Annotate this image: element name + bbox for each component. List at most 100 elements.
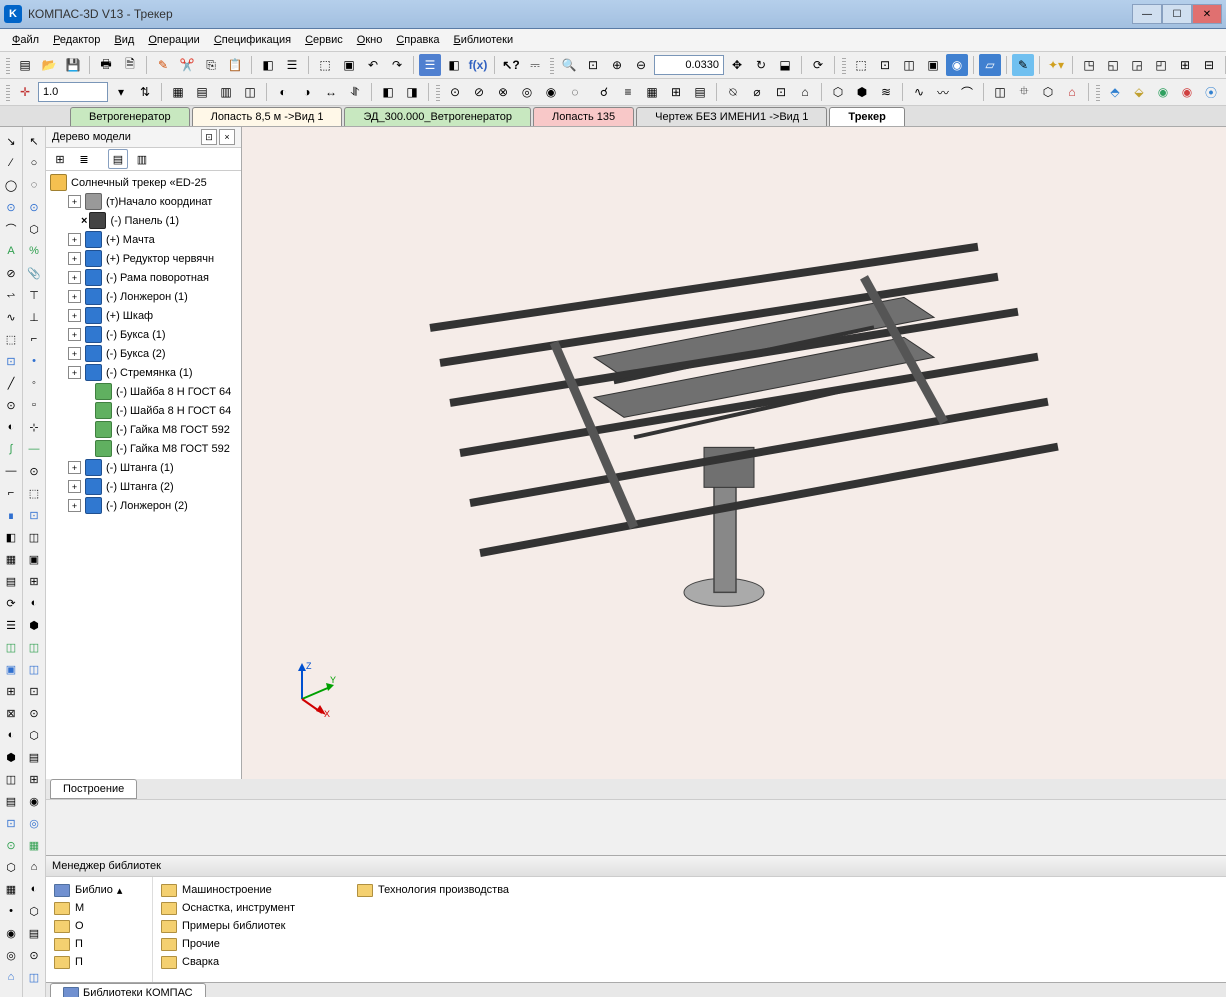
- zoom-extents-button[interactable]: 🔍: [558, 54, 580, 76]
- c1[interactable]: ⊙: [444, 81, 466, 103]
- tree-close-button[interactable]: ×: [219, 129, 235, 145]
- view-cube2[interactable]: ⬙: [1128, 81, 1150, 103]
- tree-item[interactable]: (-) Шайба 8 Н ГОСТ 64: [46, 382, 241, 401]
- expander-icon[interactable]: +: [68, 480, 81, 493]
- side-tool-30[interactable]: ▤: [1, 791, 21, 811]
- side-tool-0[interactable]: ↘: [1, 131, 21, 151]
- side-tool-20[interactable]: ⊞: [24, 571, 44, 591]
- t15[interactable]: ⌒: [956, 81, 978, 103]
- side-tool-24[interactable]: ◫: [24, 659, 44, 679]
- frame-button[interactable]: ▣: [338, 54, 360, 76]
- manage-button[interactable]: ☰: [419, 54, 441, 76]
- side-tool-1[interactable]: ○: [24, 153, 44, 173]
- side-tool-9[interactable]: ⬚: [1, 329, 21, 349]
- side-tool-0[interactable]: ↖: [24, 131, 44, 151]
- side-tool-8[interactable]: ⊥: [24, 307, 44, 327]
- menu-библиотеки[interactable]: Библиотеки: [448, 32, 520, 48]
- tree-item[interactable]: +(-) Стремянка (1): [46, 363, 241, 382]
- zoom-in-button[interactable]: ⊕: [606, 54, 628, 76]
- lib-left-header[interactable]: Библио ▴: [54, 881, 144, 899]
- tree-item[interactable]: +(-) Штанга (2): [46, 477, 241, 496]
- side-tool-22[interactable]: ⬢: [24, 615, 44, 635]
- expander-icon[interactable]: +: [68, 347, 81, 360]
- side-tool-32[interactable]: ▦: [24, 835, 44, 855]
- side-tool-14[interactable]: —: [24, 439, 44, 459]
- side-tool-31[interactable]: ⊡: [1, 813, 21, 833]
- new-doc-button[interactable]: ▤: [14, 54, 36, 76]
- lib-item[interactable]: Машиностроение: [161, 881, 341, 899]
- variables-button[interactable]: f(x): [467, 54, 489, 76]
- expander-icon[interactable]: +: [68, 366, 81, 379]
- side-tool-23[interactable]: ◫: [24, 637, 44, 657]
- side-tool-27[interactable]: ⬡: [24, 725, 44, 745]
- redo-button[interactable]: ↷: [386, 54, 408, 76]
- pan-button[interactable]: ✥: [726, 54, 748, 76]
- save-button[interactable]: 💾: [62, 54, 84, 76]
- s1[interactable]: ◐: [272, 81, 294, 103]
- side-tool-37[interactable]: ⊙: [24, 945, 44, 965]
- side-tool-29[interactable]: ⊞: [24, 769, 44, 789]
- doc-tab[interactable]: ЭД_300.000_Ветрогенератор: [344, 107, 531, 126]
- side-tool-27[interactable]: ◐: [1, 725, 21, 745]
- side-tool-21[interactable]: ⟳: [1, 593, 21, 613]
- side-tool-38[interactable]: ◫: [24, 967, 44, 987]
- side-tool-14[interactable]: ∫: [1, 439, 21, 459]
- side-tool-29[interactable]: ◫: [1, 769, 21, 789]
- side-tool-33[interactable]: ⌂: [24, 857, 44, 877]
- g3[interactable]: ▥: [215, 81, 237, 103]
- c3[interactable]: ⊗: [492, 81, 514, 103]
- side-tool-9[interactable]: ⌐: [24, 329, 44, 349]
- side-tool-22[interactable]: ☰: [1, 615, 21, 635]
- zoom-input[interactable]: [654, 55, 724, 75]
- expander-icon[interactable]: +: [68, 233, 81, 246]
- side-tool-26[interactable]: ⊠: [1, 703, 21, 723]
- open-button[interactable]: 📂: [38, 54, 60, 76]
- expander-icon[interactable]: +: [68, 252, 81, 265]
- scale-drop[interactable]: ▾: [110, 81, 132, 103]
- side-tool-23[interactable]: ◫: [1, 637, 21, 657]
- side-tool-3[interactable]: ⊙: [24, 197, 44, 217]
- grip-icon[interactable]: [6, 56, 10, 74]
- props-button[interactable]: ☰: [281, 54, 303, 76]
- t3[interactable]: ▦: [641, 81, 663, 103]
- side-tool-18[interactable]: ◧: [1, 527, 21, 547]
- doc-tab[interactable]: Трекер: [829, 107, 904, 126]
- side-tool-26[interactable]: ⊙: [24, 703, 44, 723]
- lib-item[interactable]: Сварка: [161, 953, 341, 971]
- tree-item[interactable]: +(-) Рама поворотная: [46, 268, 241, 287]
- t13[interactable]: ∿: [908, 81, 930, 103]
- tb-d[interactable]: ◰: [1150, 54, 1172, 76]
- side-tool-33[interactable]: ⬡: [1, 857, 21, 877]
- doc-tab[interactable]: Лопасть 135: [533, 107, 634, 126]
- doc-tab[interactable]: Ветрогенератор: [70, 107, 190, 126]
- lib-item[interactable]: П: [54, 935, 144, 953]
- side-tool-32[interactable]: ⊙: [1, 835, 21, 855]
- copy-props-button[interactable]: ◧: [257, 54, 279, 76]
- tree-item[interactable]: (-) Гайка М8 ГОСТ 592: [46, 439, 241, 458]
- side-tool-13[interactable]: ⊹: [24, 417, 44, 437]
- hidden-lines-button[interactable]: ⊡: [874, 54, 896, 76]
- wall-button[interactable]: ⬓: [774, 54, 796, 76]
- tree-item[interactable]: +(+) Шкаф: [46, 306, 241, 325]
- copy-button[interactable]: ⎘: [200, 54, 222, 76]
- lib-item[interactable]: М: [54, 899, 144, 917]
- close-button[interactable]: ✕: [1192, 4, 1222, 24]
- doc-tab[interactable]: Чертеж БЕЗ ИМЕНИ1 ->Вид 1: [636, 107, 827, 126]
- s3[interactable]: ↔: [320, 81, 342, 103]
- side-tool-25[interactable]: ⊡: [24, 681, 44, 701]
- t5[interactable]: ▤: [689, 81, 711, 103]
- expander-icon[interactable]: +: [68, 461, 81, 474]
- rotate-button[interactable]: ↻: [750, 54, 772, 76]
- zoom-window-button[interactable]: ⊡: [582, 54, 604, 76]
- side-tool-2[interactable]: ◯: [1, 175, 21, 195]
- lib-item[interactable]: Примеры библиотек: [161, 917, 341, 935]
- t17[interactable]: ⯐: [1013, 81, 1035, 103]
- side-tool-11[interactable]: ╱: [1, 373, 21, 393]
- cut-button[interactable]: ✂️: [176, 54, 198, 76]
- xyz-button[interactable]: ✛: [14, 81, 36, 103]
- menu-файл[interactable]: Файл: [6, 32, 45, 48]
- marker-button[interactable]: ✎: [152, 54, 174, 76]
- select-button[interactable]: ⬚: [314, 54, 336, 76]
- grip-icon[interactable]: [436, 83, 440, 101]
- tree-item[interactable]: +(-) Лонжерон (2): [46, 496, 241, 515]
